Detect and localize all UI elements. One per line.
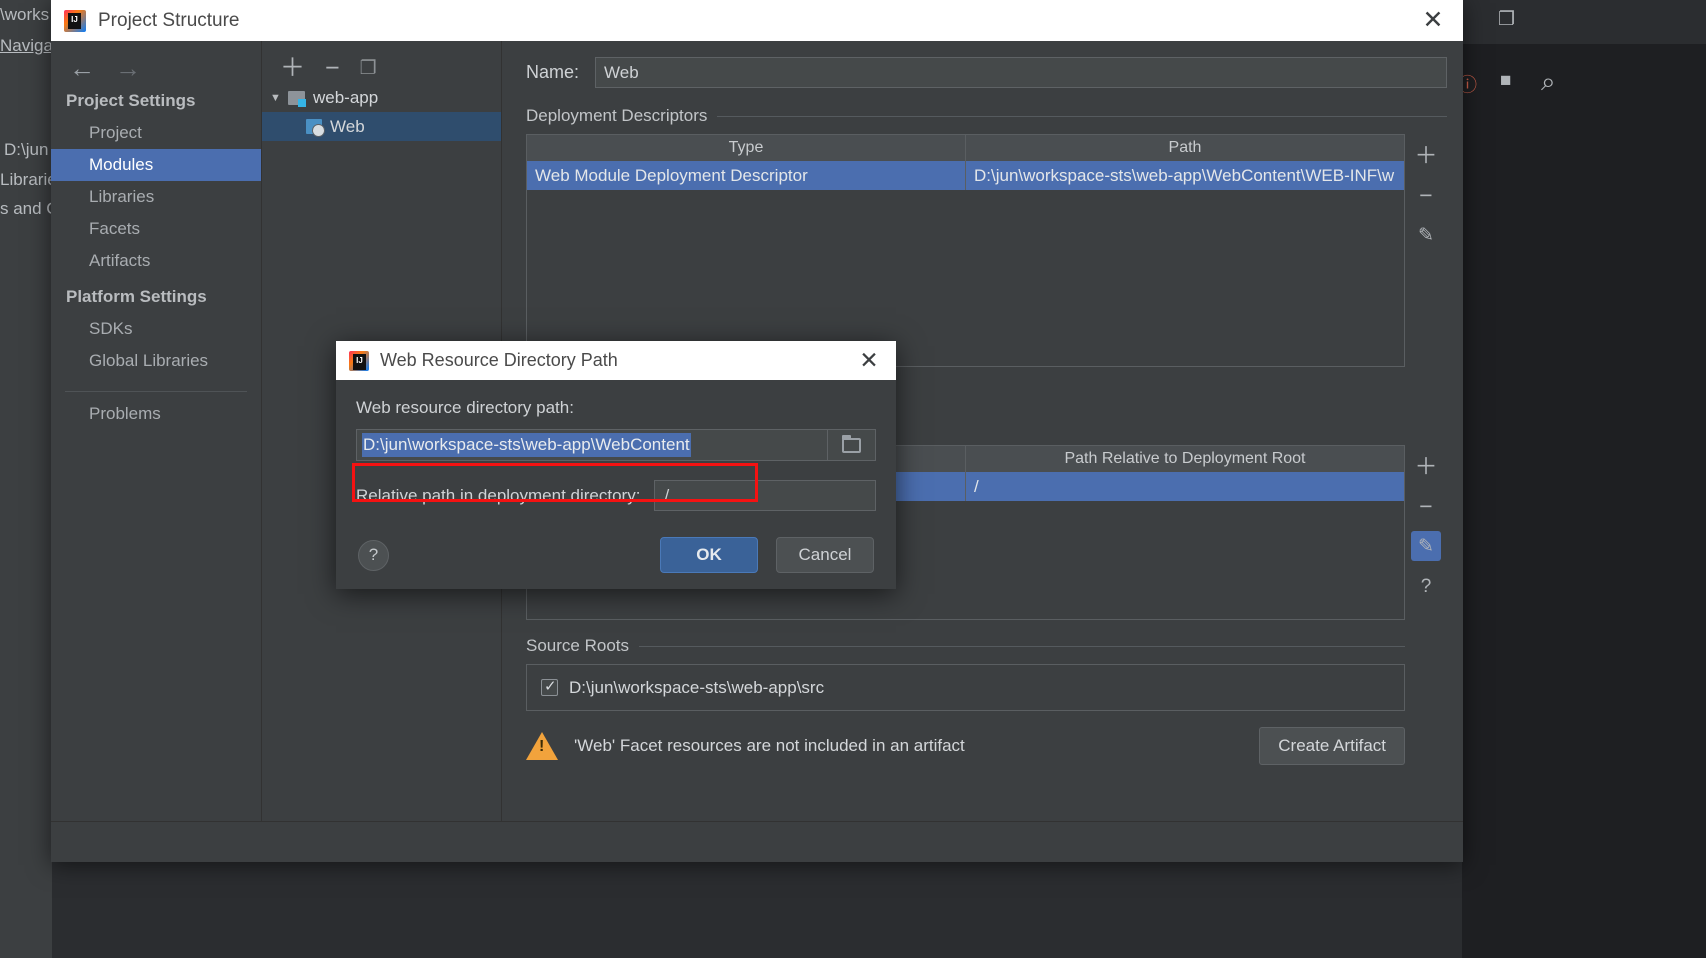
sidebar-item-facets[interactable]: Facets [51, 213, 261, 245]
sidebar-item-sdks[interactable]: SDKs [51, 313, 261, 345]
nav-arrows: ← → [51, 41, 261, 81]
artifact-warning-text: 'Web' Facet resources are not included i… [574, 736, 965, 755]
source-roots-list: D:\jun\workspace-sts\web-app\src [526, 664, 1405, 711]
remove-descriptor-button[interactable]: − [1411, 180, 1441, 210]
column-header-relative-path[interactable]: Path Relative to Deployment Root [966, 446, 1404, 472]
table-row[interactable]: Web Module Deployment Descriptor D:\jun\… [527, 161, 1404, 190]
ok-button[interactable]: OK [660, 537, 758, 573]
add-resource-button[interactable]: ＋ [1411, 451, 1441, 481]
tree-node-web[interactable]: Web [262, 112, 501, 141]
sidebar-item-global-libraries[interactable]: Global Libraries [51, 345, 261, 377]
source-roots-section: Source Roots D:\jun\workspace-sts\web-ap… [518, 636, 1447, 711]
sidebar-group-platform-settings: Platform Settings [66, 287, 207, 306]
remove-button[interactable]: − [325, 55, 340, 81]
help-resource-button[interactable]: ? [1411, 571, 1441, 601]
module-folder-icon [288, 90, 306, 107]
sidebar-item-project[interactable]: Project [51, 117, 261, 149]
deployment-descriptors-section: Deployment Descriptors Type Path Web Mod… [518, 106, 1447, 367]
cell-relative-path: / [974, 476, 979, 496]
source-root-checkbox[interactable] [541, 677, 558, 696]
bg-text-0: \works [0, 5, 50, 24]
search-icon[interactable]: ⌕ [1541, 66, 1556, 98]
close-icon[interactable]: ✕ [856, 348, 882, 374]
column-header-type[interactable]: Type [527, 135, 966, 161]
sidebar-item-libraries[interactable]: Libraries [51, 181, 261, 213]
bg-text-2: D:\jun [4, 140, 49, 159]
web-resource-path-input[interactable]: D:\jun\workspace-sts\web-app\WebContent [356, 429, 828, 461]
settings-sidebar: ← → Project Settings Project Modules Lib… [51, 41, 262, 862]
sidebar-divider [65, 391, 247, 392]
sidebar-item-modules[interactable]: Modules [51, 149, 261, 181]
warning-triangle-icon [526, 732, 558, 760]
sidebar-group-project-settings: Project Settings [66, 91, 196, 110]
project-structure-footer [51, 821, 1463, 862]
remove-resource-button[interactable]: − [1411, 491, 1441, 521]
relative-path-input[interactable]: / [654, 480, 876, 511]
web-resource-path-row: D:\jun\workspace-sts\web-app\WebContent [356, 429, 876, 461]
name-input[interactable]: Web [595, 57, 1447, 88]
deployment-descriptors-side-buttons: ＋ − ✎ [1405, 134, 1447, 367]
source-root-label: D:\jun\workspace-sts\web-app\src [569, 677, 825, 697]
project-structure-titlebar: Project Structure ✕ [51, 0, 1463, 41]
ide-right-panel [1462, 44, 1706, 958]
help-icon[interactable]: ? [358, 539, 389, 571]
name-label: Name: [526, 62, 580, 82]
bg-text-3: Librarie [0, 170, 57, 189]
forward-arrow-icon[interactable]: → [115, 55, 141, 81]
intellij-logo-icon [64, 9, 86, 32]
column-header-path[interactable]: Path [966, 135, 1404, 161]
tree-node-label: Web [330, 116, 365, 136]
bg-text-4: s and C [0, 199, 59, 218]
relative-path-label: Relative path in deployment directory: [356, 485, 641, 505]
folder-icon [842, 434, 861, 453]
source-roots-title-row: Source Roots [526, 636, 1405, 656]
sidebar-item-problems[interactable]: Problems [51, 398, 261, 430]
module-tree-toolbar: ＋ − ❐ [262, 41, 501, 83]
deployment-descriptors-title-row: Deployment Descriptors [526, 106, 1447, 126]
web-resource-path-value: D:\jun\workspace-sts\web-app\WebContent [362, 433, 691, 457]
web-resource-dialog-titlebar: Web Resource Directory Path ✕ [336, 341, 896, 380]
deployment-descriptors-table-wrap: Type Path Web Module Deployment Descript… [526, 134, 1447, 367]
window-restore-icon[interactable]: ❐ [1498, 8, 1515, 31]
edit-descriptor-button[interactable]: ✎ [1411, 220, 1441, 250]
section-divider [717, 115, 1447, 117]
table-header: Type Path [527, 135, 1404, 161]
table-empty-area [527, 190, 1404, 366]
stop-icon[interactable]: ■ [1500, 70, 1511, 92]
add-button[interactable]: ＋ [280, 55, 305, 81]
section-divider [639, 645, 1405, 647]
relative-path-row: Relative path in deployment directory: / [356, 480, 876, 511]
bg-text-1: Naviga [0, 36, 53, 55]
web-facet-icon [306, 119, 325, 137]
edit-resource-button[interactable]: ✎ [1411, 531, 1441, 561]
add-descriptor-button[interactable]: ＋ [1411, 140, 1441, 170]
cancel-button[interactable]: Cancel [776, 537, 874, 573]
tree-node-web-app[interactable]: ▼ web-app [262, 83, 501, 112]
chevron-down-icon[interactable]: ▼ [270, 92, 288, 104]
source-roots-title: Source Roots [526, 636, 629, 655]
project-structure-title: Project Structure [98, 9, 240, 31]
web-resource-dialog-title: Web Resource Directory Path [380, 350, 618, 370]
web-resource-side-buttons: ＋ − ✎ ? [1405, 445, 1447, 620]
deployment-descriptors-title: Deployment Descriptors [526, 106, 708, 125]
copy-button[interactable]: ❐ [360, 59, 377, 78]
web-resource-dialog-body: Web resource directory path: D:\jun\work… [336, 380, 896, 573]
artifact-warning-row: 'Web' Facet resources are not included i… [518, 727, 1447, 765]
close-icon[interactable]: ✕ [1419, 7, 1447, 35]
name-row: Name: Web [518, 41, 1447, 88]
intellij-logo-icon [349, 350, 369, 371]
tree-node-label: web-app [313, 87, 379, 107]
browse-button[interactable] [828, 429, 876, 461]
deployment-descriptors-table: Type Path Web Module Deployment Descript… [526, 134, 1405, 367]
cell-path: D:\jun\workspace-sts\web-app\WebContent\… [974, 165, 1395, 185]
web-resource-path-label: Web resource directory path: [356, 398, 574, 417]
web-resource-dialog-footer: ? OK Cancel [356, 537, 876, 573]
sidebar-item-artifacts[interactable]: Artifacts [51, 245, 261, 277]
web-resource-directory-dialog: Web Resource Directory Path ✕ Web resour… [336, 341, 896, 589]
cell-type: Web Module Deployment Descriptor [527, 161, 966, 190]
create-artifact-button[interactable]: Create Artifact [1259, 727, 1405, 765]
back-arrow-icon[interactable]: ← [69, 55, 95, 81]
